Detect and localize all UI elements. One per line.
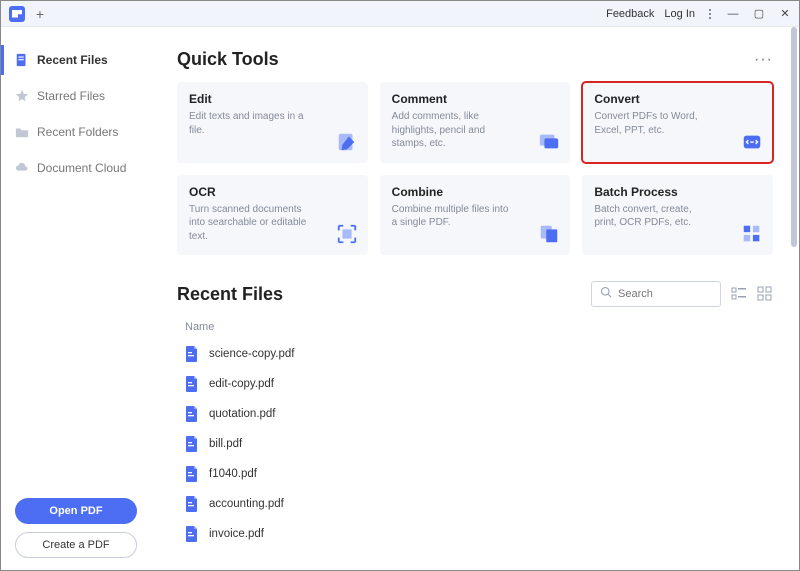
tool-card-ocr[interactable]: OCR Turn scanned documents into searchabl… <box>177 175 368 256</box>
search-icon <box>600 285 612 303</box>
pdf-file-icon <box>185 376 199 392</box>
sidebar-nav: Recent Files Starred Files Recent Folder… <box>1 45 151 498</box>
tool-title: Batch Process <box>594 185 761 199</box>
file-row[interactable]: edit-copy.pdf <box>177 369 773 399</box>
more-options-icon[interactable]: ··· <box>754 51 773 69</box>
convert-icon <box>741 131 763 153</box>
minimize-button[interactable]: — <box>725 6 741 22</box>
file-row[interactable]: science-copy.pdf <box>177 339 773 369</box>
app-logo-icon <box>9 6 25 22</box>
tool-desc: Convert PDFs to Word, Excel, PPT, etc. <box>594 110 714 137</box>
titlebar-right: Feedback Log In — ▢ ✕ <box>606 6 793 22</box>
search-field[interactable] <box>591 281 721 307</box>
feedback-link[interactable]: Feedback <box>606 8 654 20</box>
pdf-file-icon <box>185 466 199 482</box>
sidebar-item-label: Document Cloud <box>37 161 126 175</box>
maximize-button[interactable]: ▢ <box>751 6 767 22</box>
file-row[interactable]: invoice.pdf <box>177 519 773 549</box>
sidebar-item-document-cloud[interactable]: Document Cloud <box>1 153 151 183</box>
titlebar: + Feedback Log In — ▢ ✕ <box>1 1 799 27</box>
tool-title: Edit <box>189 92 356 106</box>
scrollbar[interactable] <box>791 27 797 247</box>
sidebar-item-recent-folders[interactable]: Recent Folders <box>1 117 151 147</box>
list-view-icon[interactable] <box>731 286 747 302</box>
recent-files-icon <box>15 53 29 67</box>
tool-card-comment[interactable]: Comment Add comments, like highlights, pe… <box>380 82 571 163</box>
file-name: invoice.pdf <box>209 528 264 540</box>
tool-desc: Add comments, like highlights, pencil an… <box>392 110 512 151</box>
column-header-name: Name <box>177 317 773 339</box>
open-pdf-button[interactable]: Open PDF <box>15 498 137 524</box>
file-row[interactable]: accounting.pdf <box>177 489 773 519</box>
file-name: edit-copy.pdf <box>209 378 274 390</box>
kebab-menu-icon[interactable] <box>705 9 715 19</box>
sidebar: Recent Files Starred Files Recent Folder… <box>1 27 151 570</box>
file-row[interactable]: f1040.pdf <box>177 459 773 489</box>
close-button[interactable]: ✕ <box>777 6 793 22</box>
folder-icon <box>15 125 29 139</box>
search-input[interactable] <box>618 288 712 300</box>
tool-card-combine[interactable]: Combine Combine multiple files into a sin… <box>380 175 571 256</box>
batch-icon <box>741 223 763 245</box>
file-name: quotation.pdf <box>209 408 276 420</box>
create-pdf-button[interactable]: Create a PDF <box>15 532 137 558</box>
tool-card-convert[interactable]: Convert Convert PDFs to Word, Excel, PPT,… <box>582 82 773 163</box>
recent-files-header: Recent Files <box>177 281 773 307</box>
file-name: f1040.pdf <box>209 468 257 480</box>
quick-tools-grid: Edit Edit texts and images in a file. Comm… <box>177 82 773 255</box>
sidebar-item-label: Recent Folders <box>37 125 118 139</box>
main-content: Quick Tools ··· Edit Edit texts and image… <box>151 27 799 570</box>
quick-tools-heading: Quick Tools <box>177 49 279 70</box>
tool-card-batch-process[interactable]: Batch Process Batch convert, create, prin… <box>582 175 773 256</box>
tool-desc: Combine multiple files into a single PDF… <box>392 203 512 230</box>
tool-title: OCR <box>189 185 356 199</box>
tool-title: Comment <box>392 92 559 106</box>
file-row[interactable]: bill.pdf <box>177 429 773 459</box>
recent-file-list: science-copy.pdf edit-copy.pdf quotation.p… <box>177 339 773 549</box>
login-link[interactable]: Log In <box>664 8 695 20</box>
star-icon <box>15 89 29 103</box>
sidebar-item-label: Starred Files <box>37 89 105 103</box>
tool-title: Combine <box>392 185 559 199</box>
app-body: Recent Files Starred Files Recent Folder… <box>1 27 799 570</box>
recent-files-heading: Recent Files <box>177 284 283 305</box>
quick-tools-header: Quick Tools ··· <box>177 49 773 70</box>
tool-card-edit[interactable]: Edit Edit texts and images in a file. <box>177 82 368 163</box>
comment-icon <box>538 131 560 153</box>
tool-desc: Turn scanned documents into searchable o… <box>189 203 309 244</box>
pdf-file-icon <box>185 346 199 362</box>
file-name: bill.pdf <box>209 438 242 450</box>
file-name: science-copy.pdf <box>209 348 294 360</box>
combine-icon <box>538 223 560 245</box>
pdf-file-icon <box>185 526 199 542</box>
ocr-icon <box>336 223 358 245</box>
cloud-icon <box>15 161 29 175</box>
sidebar-item-starred-files[interactable]: Starred Files <box>1 81 151 111</box>
sidebar-item-label: Recent Files <box>37 53 108 67</box>
sidebar-actions: Open PDF Create a PDF <box>1 498 151 558</box>
pdf-file-icon <box>185 496 199 512</box>
file-row[interactable]: quotation.pdf <box>177 399 773 429</box>
pdf-file-icon <box>185 436 199 452</box>
recent-toolbar <box>591 281 773 307</box>
pdf-file-icon <box>185 406 199 422</box>
titlebar-left: + <box>9 6 47 22</box>
tool-desc: Batch convert, create, print, OCR PDFs, … <box>594 203 714 230</box>
tool-desc: Edit texts and images in a file. <box>189 110 309 137</box>
tool-title: Convert <box>594 92 761 106</box>
grid-view-icon[interactable] <box>757 286 773 302</box>
new-tab-button[interactable]: + <box>33 7 47 21</box>
file-name: accounting.pdf <box>209 498 284 510</box>
sidebar-item-recent-files[interactable]: Recent Files <box>1 45 151 75</box>
edit-icon <box>336 131 358 153</box>
